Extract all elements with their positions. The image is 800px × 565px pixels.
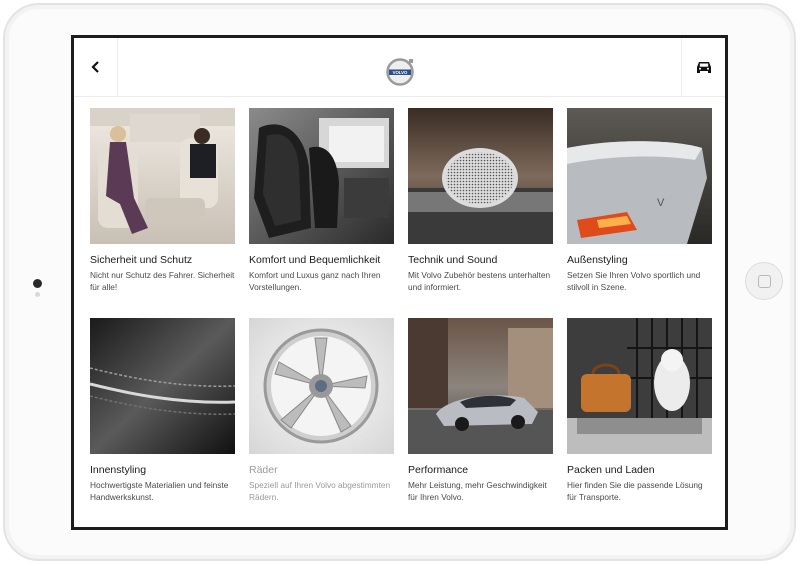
volvo-logo: VOLVO [386, 58, 414, 86]
thumb-concept-car [408, 318, 553, 454]
thumb-speaker-grille [408, 108, 553, 244]
thumb-tail-light: V [567, 108, 712, 244]
thumb-leather-stitching [90, 318, 235, 454]
car-icon [696, 61, 711, 73]
home-square-icon [757, 274, 771, 288]
sensor-dot [35, 292, 40, 297]
category-description: Komfort und Luxus ganz nach Ihren Vorste… [249, 270, 381, 292]
category-description: Mehr Leistung, mehr Geschwindigkeit für … [408, 480, 547, 502]
app-screen: VOLVO Sicherheit und Schutz Nicht nur Sc… [71, 35, 728, 530]
back-button[interactable] [74, 38, 118, 96]
category-description: Hochwertigste Materialien und feinste Ha… [90, 480, 229, 502]
home-button[interactable] [745, 262, 783, 300]
category-description: Nicht nur Schutz des Fahrer. Sicherheit … [90, 270, 235, 292]
category-title: Technik und Sound [408, 254, 498, 266]
chevron-left-icon [90, 61, 99, 73]
category-description: Speziell auf Ihren Volvo abgestimmten Rä… [249, 480, 391, 502]
thumb-car-interior-passengers [90, 108, 235, 244]
thumb-cargo-dog [567, 318, 712, 454]
category-tile-performance[interactable]: Performance Mehr Leistung, mehr Geschwin… [408, 318, 553, 518]
category-tile-interior[interactable]: Innenstyling Hochwertigste Materialien u… [90, 318, 235, 518]
category-description: Hier finden Sie die passende Lösung für … [567, 480, 703, 502]
car-button[interactable] [681, 38, 725, 96]
category-description: Setzen Sie Ihren Volvo sportlich und sti… [567, 270, 701, 292]
category-tile-exterior[interactable]: V Außenstyling Setzen Sie Ihren Volvo sp… [567, 108, 712, 308]
category-tile-wheels[interactable]: Räder Speziell auf Ihren Volvo abgestimm… [249, 318, 394, 518]
thumb-alloy-wheel [249, 318, 394, 454]
logo-text: VOLVO [393, 70, 408, 75]
category-title: Sicherheit und Schutz [90, 254, 193, 266]
category-title: Performance [408, 464, 469, 476]
category-tile-tech[interactable]: Technik und Sound Mit Volvo Zubehör best… [408, 108, 553, 308]
top-bar: VOLVO [74, 38, 725, 97]
svg-text:V: V [657, 197, 665, 209]
category-tile-comfort[interactable]: Komfort und Bequemlichkeit Komfort und L… [249, 108, 394, 308]
category-description: Mit Volvo Zubehör bestens unterhalten un… [408, 270, 551, 292]
category-title: Komfort und Bequemlichkeit [249, 254, 381, 266]
category-tile-cargo[interactable]: Packen und Laden Hier finden Sie die pas… [567, 318, 712, 518]
category-tile-safety[interactable]: Sicherheit und Schutz Nicht nur Schutz d… [90, 108, 235, 308]
category-title: Innenstyling [90, 464, 147, 476]
category-title: Packen und Laden [567, 464, 655, 476]
category-title: Außenstyling [567, 254, 628, 266]
camera-icon [33, 279, 42, 288]
category-title: Räder [249, 464, 278, 476]
thumb-leather-seats [249, 108, 394, 244]
